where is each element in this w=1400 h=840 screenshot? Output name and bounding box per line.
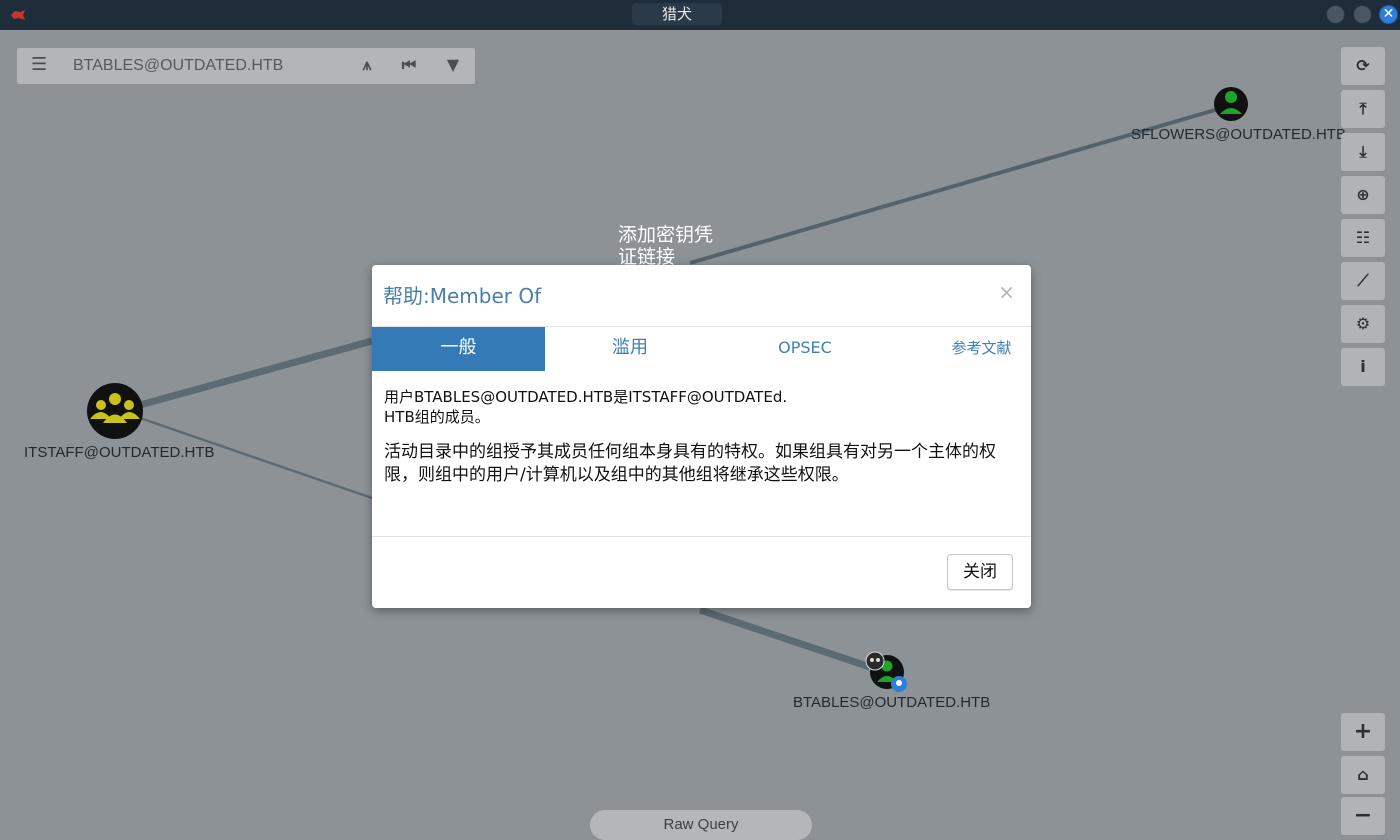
minimize-button[interactable]	[1326, 5, 1345, 24]
zoom-in-button[interactable]: +	[1341, 713, 1385, 751]
info-icon[interactable]: i	[1341, 348, 1385, 386]
stats-icon[interactable]: ⟋	[1341, 262, 1385, 300]
query-list-icon[interactable]: ☷	[1341, 219, 1385, 257]
window-titlebar: 猎犬 ✕	[0, 0, 1400, 30]
node-sflowers[interactable]	[1214, 87, 1248, 121]
modal-header: 帮助:Member Of ×	[372, 265, 1031, 327]
tab-references[interactable]: 参考文献	[932, 327, 1031, 371]
home-icon[interactable]: ⌂	[1341, 756, 1385, 794]
window-title: 猎犬	[632, 3, 722, 25]
node-label-itstaff: ITSTAFF@OUTDATED.HTB	[24, 444, 215, 461]
tab-general[interactable]: 一般	[372, 327, 545, 371]
bloodhound-app-icon	[11, 10, 25, 20]
modal-title: 帮助:Member Of	[383, 284, 542, 308]
membership-description: 用户BTABLES@OUTDATED.HTB是ITSTAFF@OUTDATEd.…	[384, 387, 1020, 427]
refresh-icon[interactable]: ⟳	[1341, 47, 1385, 85]
tab-opsec[interactable]: OPSEC	[715, 327, 895, 371]
pathfinding-icon[interactable]: ⩚	[357, 55, 377, 75]
modal-close-icon[interactable]: ×	[998, 280, 1015, 304]
tab-abuse[interactable]: 滥用	[545, 327, 715, 371]
modal-footer: 关闭	[372, 536, 1031, 608]
close-button[interactable]: 关闭	[947, 554, 1013, 590]
import-icon[interactable]: ⊕	[1341, 176, 1385, 214]
group-privilege-explanation: 活动目录中的组授予其成员任何组本身具有的特权。如果组具有对另一个主体的权限，则组…	[384, 442, 996, 485]
node-btables[interactable]	[865, 651, 907, 692]
edge-itstaff-memberof	[139, 337, 373, 409]
edge-btables-lower	[698, 606, 872, 671]
raw-query-toggle[interactable]: Raw Query	[590, 810, 812, 840]
settings-icon[interactable]: ⚙	[1341, 305, 1385, 343]
node-label-btables: BTABLES@OUTDATED.HTB	[793, 694, 991, 711]
upload-icon[interactable]: ⤒	[1341, 90, 1385, 128]
filter-icon[interactable]: ▼	[443, 55, 463, 75]
membership-line-2: HTB组的成员。	[384, 408, 490, 426]
back-icon[interactable]: ⏮	[399, 55, 419, 75]
hamburger-icon[interactable]: ☰	[31, 56, 47, 74]
edge-label-addkeycredentiallink: 添加密钥凭证链接	[618, 224, 714, 268]
node-itstaff[interactable]	[87, 383, 143, 439]
search-input[interactable]: BTABLES@OUTDATED.HTB	[73, 56, 283, 76]
modal-body: 用户BTABLES@OUTDATED.HTB是ITSTAFF@OUTDATEd.…	[384, 387, 1020, 487]
search-bar: ☰ BTABLES@OUTDATED.HTB ⩚ ⏮ ▼	[17, 48, 475, 84]
node-label-sflowers: SFLOWERS@OUTDATED.HTB	[1131, 126, 1346, 143]
membership-line-1: 用户BTABLES@OUTDATED.HTB是ITSTAFF@OUTDATEd.	[384, 388, 788, 406]
modal-tabs: 一般 滥用 OPSEC 参考文献	[372, 327, 1031, 371]
zoom-out-button[interactable]: −	[1341, 797, 1385, 835]
help-modal: 帮助:Member Of × 一般 滥用 OPSEC 参考文献 用户BTABLE…	[372, 265, 1031, 608]
maximize-button[interactable]	[1353, 5, 1372, 24]
download-icon[interactable]: ⤓	[1341, 133, 1385, 171]
window-close-button[interactable]: ✕	[1379, 5, 1398, 24]
